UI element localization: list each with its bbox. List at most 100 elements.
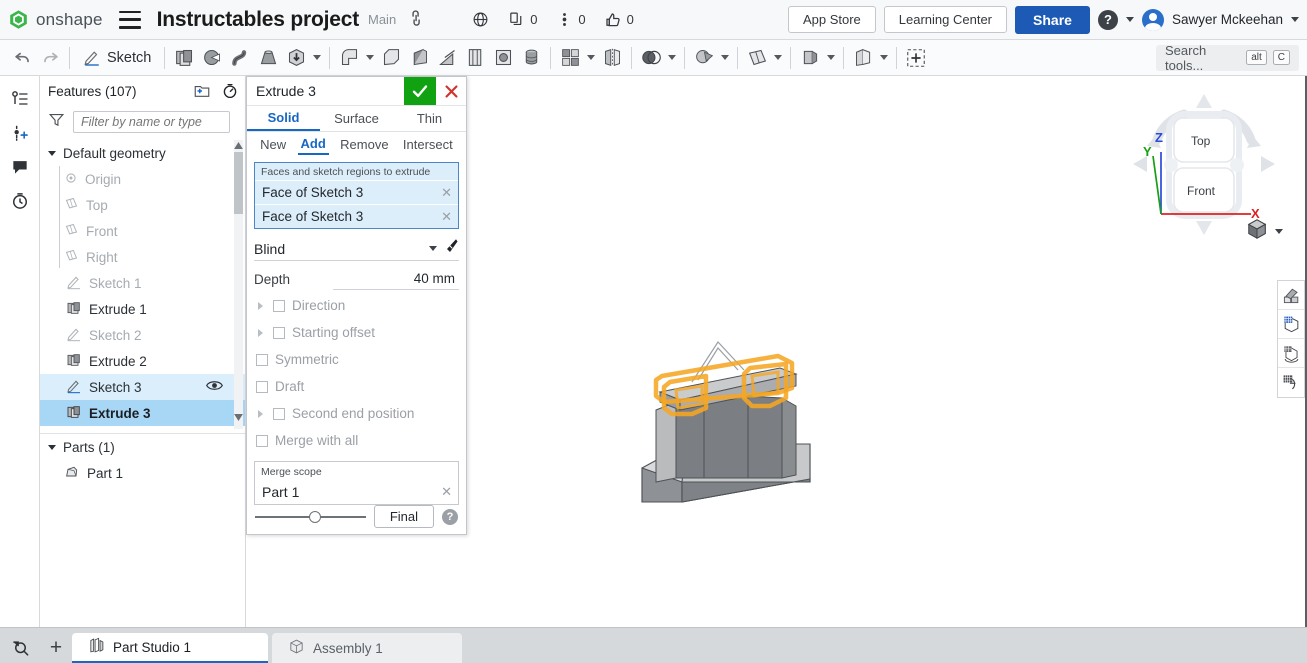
tree-item-extrude-3[interactable]: Extrude 3	[40, 400, 245, 426]
depth-field[interactable]: Depth 40 mm	[254, 266, 459, 292]
end-condition-dropdown[interactable]: Blind	[254, 237, 459, 261]
tab-new[interactable]: New	[257, 135, 289, 154]
stat-likes[interactable]: 0	[597, 11, 641, 29]
chamfer-icon[interactable]	[377, 44, 405, 72]
remove-merge-scope-icon[interactable]: ✕	[441, 484, 452, 500]
loft-icon[interactable]	[254, 44, 282, 72]
appearance-icon[interactable]	[1278, 281, 1304, 310]
user-chevron-down-icon[interactable]	[1291, 17, 1299, 22]
hole-icon[interactable]	[489, 44, 517, 72]
share-button[interactable]: Share	[1015, 6, 1090, 34]
option-merge-with-all[interactable]: Merge with all	[247, 427, 466, 454]
second-end-position-checkbox[interactable]	[273, 408, 285, 420]
add-tab-button[interactable]: +	[40, 633, 72, 663]
tab-intersect[interactable]: Intersect	[400, 135, 456, 154]
solid-tools-chevron-down-icon[interactable]	[310, 45, 324, 71]
viewcube-front-label[interactable]: Front	[1187, 184, 1215, 198]
onshape-logo[interactable]: onshape	[8, 9, 103, 30]
sheet-metal-icon[interactable]	[849, 44, 877, 72]
undo-icon[interactable]	[8, 44, 36, 72]
pattern-icon[interactable]	[556, 44, 584, 72]
app-store-button[interactable]: App Store	[788, 6, 876, 33]
merge-scope-item[interactable]: Part 1 ✕	[255, 479, 458, 504]
tab-assembly-1[interactable]: Assembly 1	[272, 633, 462, 663]
section-cube-icon[interactable]	[1278, 368, 1304, 397]
selection-item[interactable]: Face of Sketch 3 ✕	[255, 204, 458, 228]
direction-checkbox[interactable]	[273, 300, 285, 312]
tab-solid[interactable]: Solid	[247, 106, 320, 131]
depth-value[interactable]: 40 mm	[333, 268, 459, 290]
merge-scope-list[interactable]: Merge scope Part 1 ✕	[254, 461, 459, 505]
tab-add[interactable]: Add	[298, 134, 329, 155]
tree-item-sketch-2[interactable]: Sketch 2	[40, 322, 245, 348]
starting-offset-checkbox[interactable]	[273, 327, 285, 339]
zoom-search-bottom-icon[interactable]	[0, 633, 40, 663]
expand-chevron-right-icon[interactable]	[254, 329, 266, 337]
draft-icon[interactable]	[433, 44, 461, 72]
sketch-button[interactable]: Sketch	[75, 44, 159, 72]
avatar[interactable]	[1142, 9, 1164, 31]
merge-with-all-checkbox[interactable]	[256, 435, 268, 447]
tree-item-front[interactable]: Front	[40, 218, 245, 244]
option-second-end-position[interactable]: Second end position	[247, 400, 466, 427]
tab-part-studio-1[interactable]: Part Studio 1	[72, 633, 268, 663]
option-draft[interactable]: Draft	[247, 373, 466, 400]
flip-direction-icon[interactable]	[441, 237, 459, 260]
accept-button[interactable]	[404, 77, 436, 105]
tree-item-top[interactable]: Top	[40, 192, 245, 218]
stat-copies[interactable]: 0	[500, 11, 544, 29]
final-button[interactable]: Final	[374, 505, 434, 528]
tree-item-extrude-2[interactable]: Extrude 2	[40, 348, 245, 374]
tree-item-extrude-4[interactable]: Extrude 4	[40, 426, 245, 429]
hamburger-icon[interactable]	[119, 11, 141, 29]
tree-item-origin[interactable]: Origin	[40, 166, 245, 192]
remove-selection-icon[interactable]: ✕	[441, 209, 452, 225]
tree-item-sketch-1[interactable]: Sketch 1	[40, 270, 245, 296]
expand-chevron-right-icon[interactable]	[254, 302, 266, 310]
viewcube-top-label[interactable]: Top	[1191, 134, 1210, 148]
cancel-button[interactable]	[436, 77, 466, 105]
stat-globe[interactable]	[464, 11, 496, 29]
tree-scroll-up-icon[interactable]	[233, 140, 244, 151]
revolve-icon[interactable]	[198, 44, 226, 72]
dialog-help-icon[interactable]: ?	[442, 509, 458, 525]
extrude-icon[interactable]	[170, 44, 198, 72]
preview-quality-slider[interactable]	[255, 510, 366, 524]
selection-item[interactable]: Face of Sketch 3 ✕	[255, 180, 458, 204]
sweep-icon[interactable]	[226, 44, 254, 72]
plane-chevron-down-icon[interactable]	[771, 45, 785, 71]
parts-group-header[interactable]: Parts (1)	[40, 434, 245, 460]
tree-scroll-down-icon[interactable]	[233, 412, 244, 423]
history-icon[interactable]	[0, 184, 40, 218]
option-starting-offset[interactable]: Starting offset	[247, 319, 466, 346]
fillet-icon[interactable]	[335, 44, 363, 72]
option-symmetric[interactable]: Symmetric	[247, 346, 466, 373]
symmetric-checkbox[interactable]	[256, 354, 268, 366]
view-mode-chevron-down-icon[interactable]	[1275, 229, 1283, 234]
tree-item-sketch-3[interactable]: Sketch 3	[40, 374, 245, 400]
tree-item-right[interactable]: Right	[40, 244, 245, 270]
link-icon[interactable]	[404, 6, 431, 33]
remove-selection-icon[interactable]: ✕	[441, 185, 452, 201]
selection-list[interactable]: Faces and sketch regions to extrude Face…	[254, 162, 459, 229]
add-folder-icon[interactable]	[193, 82, 211, 105]
transform-chevron-down-icon[interactable]	[718, 45, 732, 71]
add-feature-icon[interactable]	[902, 44, 930, 72]
fillet-chevron-down-icon[interactable]	[363, 45, 377, 71]
option-direction[interactable]: Direction	[247, 292, 466, 319]
display-cube-icon[interactable]	[1278, 310, 1304, 339]
tree-item-extrude-1[interactable]: Extrude 1	[40, 296, 245, 322]
plane-icon[interactable]	[743, 44, 771, 72]
rib-icon[interactable]	[461, 44, 489, 72]
cad-model[interactable]	[620, 330, 840, 515]
filter-input[interactable]	[73, 111, 230, 133]
pattern-chevron-down-icon[interactable]	[584, 45, 598, 71]
transform-icon[interactable]	[690, 44, 718, 72]
stat-branches[interactable]: 0	[548, 11, 592, 29]
thicken-icon[interactable]	[282, 44, 310, 72]
tree-scrollbar-thumb[interactable]	[234, 152, 243, 214]
help-chevron-down-icon[interactable]	[1126, 17, 1134, 22]
split-chevron-down-icon[interactable]	[824, 45, 838, 71]
comment-icon[interactable]	[0, 150, 40, 184]
version-history-icon[interactable]	[0, 82, 40, 116]
